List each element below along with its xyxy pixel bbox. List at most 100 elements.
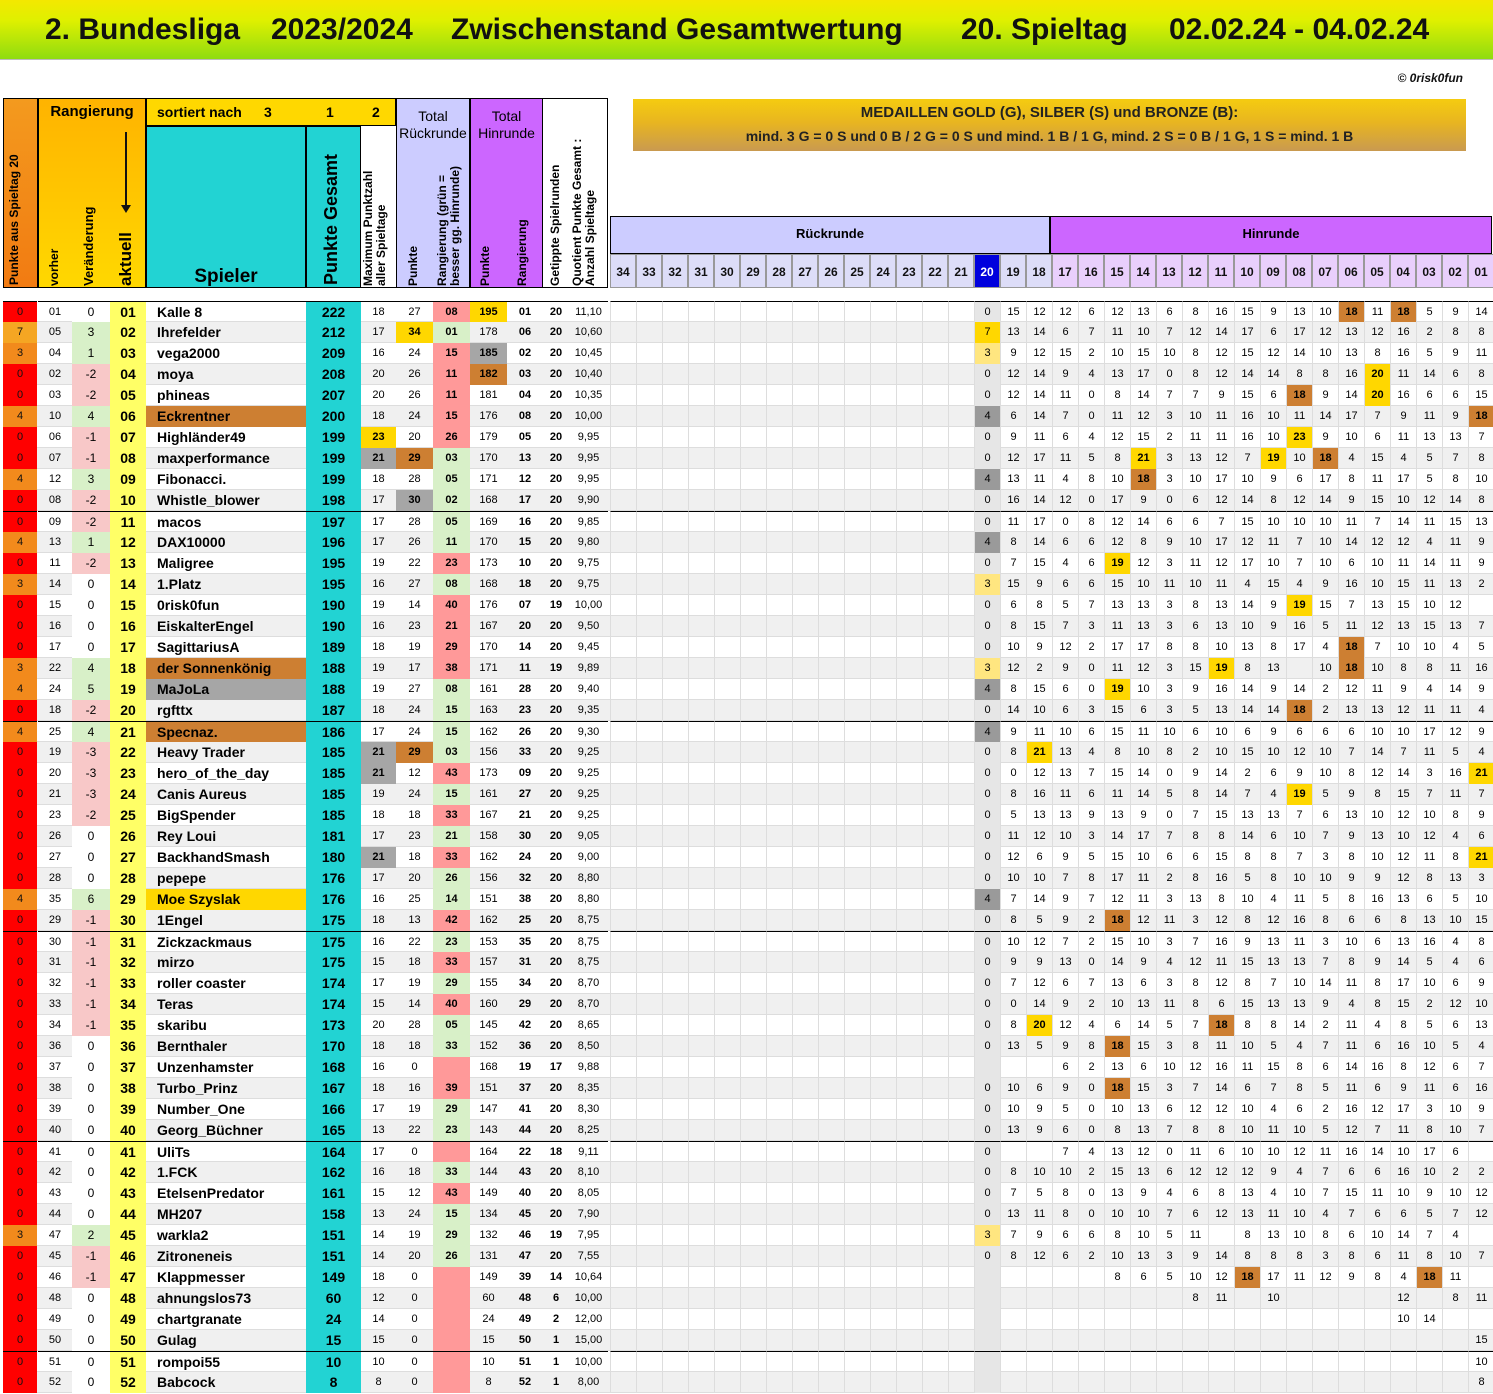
cell-matchday: 8 — [1182, 595, 1208, 616]
cell-getippt: 20 — [549, 872, 563, 884]
cell-maximum: 17 — [372, 872, 385, 884]
cell-matchday — [792, 1309, 818, 1330]
cell-matchday: 16 — [1208, 931, 1234, 952]
cell-matchday — [922, 1162, 948, 1183]
cell-matchday: 6 — [1156, 847, 1182, 868]
cell-matchday: 6 — [1052, 322, 1078, 343]
cell-rr-rang: 02 — [433, 490, 470, 511]
cell-matchday: 4 — [1052, 469, 1078, 490]
cell-matchday: 17 — [1390, 1099, 1416, 1120]
cell-matchday — [714, 1309, 740, 1330]
header-rr-punkte: Punkte — [406, 245, 420, 286]
cell-matchday — [610, 826, 636, 847]
cell-matchday: 12 — [1338, 1120, 1364, 1141]
cell-matchday — [662, 742, 688, 763]
cell-spieler: Maligree — [157, 555, 214, 571]
cell-matchday — [948, 469, 974, 490]
cell-punkte-gesamt: 180 — [306, 847, 361, 868]
cell-matchday — [688, 868, 714, 889]
cell-matchday: 14 — [1286, 343, 1312, 364]
cell-matchday — [870, 742, 896, 763]
cell-matchday: 11 — [1052, 784, 1078, 805]
cell-matchday — [844, 1099, 870, 1120]
cell-vorher: 46 — [48, 1271, 62, 1283]
cell-matchday: 4 — [974, 679, 1000, 700]
cell-punkte-gesamt: 186 — [306, 721, 361, 742]
cell-maximum: 18 — [372, 410, 385, 422]
cell-matchday: 12 — [1442, 994, 1468, 1015]
cell-matchday — [662, 1183, 688, 1204]
cell-matchday: 14 — [1364, 1141, 1390, 1162]
cell-getippt: 20 — [549, 830, 563, 842]
cell-matchday — [714, 595, 740, 616]
cell-matchday: 14 — [1260, 364, 1286, 385]
cell-matchday: 2 — [1442, 1162, 1468, 1183]
cell-matchday: 8 — [1078, 469, 1104, 490]
cell-matchday: 13 — [1416, 910, 1442, 931]
cell-matchday: 8 — [1286, 1078, 1312, 1099]
cell-matchday — [948, 1141, 974, 1162]
cell-matchday: 3 — [1156, 406, 1182, 427]
cell-matchday: 4 — [1442, 826, 1468, 847]
cell-matchday: 6 — [1364, 1036, 1390, 1057]
cell-matchday: 8 — [1156, 742, 1182, 763]
matchday-header-15: 15 — [1104, 254, 1130, 288]
cell-quotient: 10,35 — [574, 389, 603, 401]
cell-vorher: 27 — [48, 851, 62, 863]
cell-rr-punkte: 30 — [396, 490, 433, 511]
cell-matchday: 13 — [1130, 616, 1156, 637]
cell-matchday — [714, 868, 740, 889]
cell-matchday — [766, 847, 792, 868]
cell-matchday: 10 — [1234, 1141, 1260, 1162]
cell-rr-rang: 23 — [433, 553, 470, 574]
cell-matchday: 2 — [1156, 427, 1182, 448]
cell-matchday — [1364, 1309, 1390, 1330]
cell-rr-punkte: 24 — [408, 410, 421, 422]
cell-matchday — [792, 406, 818, 427]
cell-vorher: 35 — [48, 893, 62, 905]
cell-matchday — [870, 1330, 896, 1351]
cell-matchday: 13 — [1000, 322, 1026, 343]
cell-matchday — [870, 994, 896, 1015]
cell-matchday — [1286, 1309, 1312, 1330]
cell-matchday — [740, 616, 766, 637]
matchday-header-20: 20 — [974, 254, 1000, 288]
cell-hr-punkte: 173 — [479, 557, 498, 569]
cell-quotient: 9,85 — [569, 511, 608, 532]
cell-getippt: 20 — [549, 788, 563, 800]
cell-matchday: 7 — [1312, 826, 1338, 847]
cell-matchday — [948, 1351, 974, 1372]
cell-rr-punkte: 27 — [396, 301, 433, 322]
cell-st20: 0 — [3, 1015, 37, 1036]
cell-matchday: 12 — [1208, 364, 1234, 385]
cell-matchday: 15 — [1026, 679, 1052, 700]
cell-matchday — [844, 1162, 870, 1183]
cell-matchday: 10 — [1390, 637, 1416, 658]
cell-aktuell: 48 — [110, 1288, 146, 1309]
cell-matchday — [948, 952, 974, 973]
cell-matchday: 7 — [1000, 1225, 1026, 1246]
cell-matchday — [714, 1015, 740, 1036]
cell-getippt: 19 — [549, 662, 563, 674]
cell-matchday — [1182, 1372, 1208, 1393]
cell-matchday: 12 — [1234, 532, 1260, 553]
cell-matchday — [766, 385, 792, 406]
cell-matchday — [740, 1183, 766, 1204]
cell-matchday — [922, 1078, 948, 1099]
cell-matchday — [714, 448, 740, 469]
cell-matchday — [636, 700, 662, 721]
cell-matchday — [948, 1309, 974, 1330]
matchday-header-03: 03 — [1416, 254, 1442, 288]
cell-matchday — [636, 1036, 662, 1057]
cell-maximum: 15 — [372, 1334, 385, 1346]
cell-matchday — [844, 1120, 870, 1141]
cell-st20: 0 — [3, 1183, 37, 1204]
cell-hr-rang: 50 — [518, 1334, 532, 1346]
cell-matchday: 6 — [1364, 1078, 1390, 1099]
cell-getippt: 20 — [549, 746, 563, 758]
cell-matchday: 9 — [1052, 889, 1078, 910]
cell-spieler: Number_One — [157, 1101, 245, 1117]
cell-matchday: 8 — [1078, 511, 1104, 532]
cell-matchday: 11 — [1208, 1036, 1234, 1057]
cell-matchday: 18 — [1104, 910, 1130, 931]
